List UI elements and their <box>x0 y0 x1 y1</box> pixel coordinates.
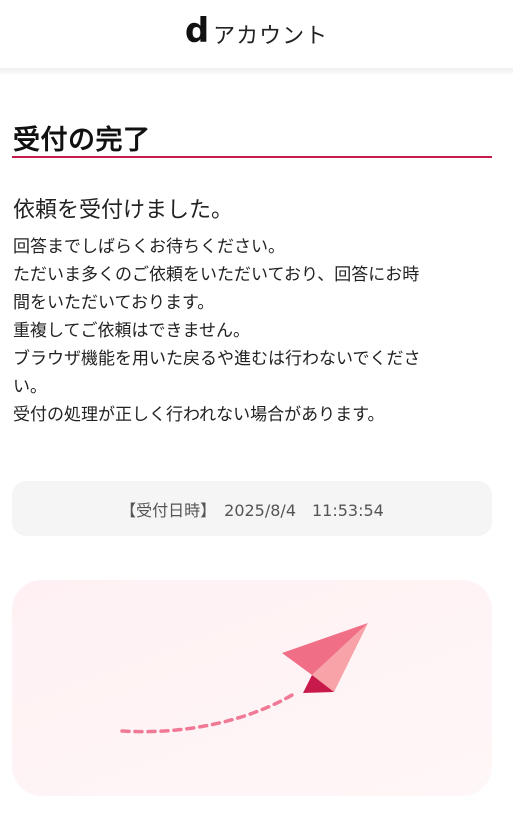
sent-illustration <box>12 580 492 796</box>
notice-text: 回答までしばらくお待ちください。 ただいま多くのご依頼をいただいており、回答にお… <box>13 233 493 429</box>
notice-line: 受付の処理が正しく行われない場合があります。 <box>13 405 385 425</box>
flight-trail <box>120 690 299 734</box>
title-underline <box>12 156 492 158</box>
notice-line: い。 <box>13 377 47 397</box>
d-account-logo: d アカウント <box>184 11 329 51</box>
paper-plane-icon <box>120 623 368 734</box>
completion-message: 依頼を受付けました。 <box>13 198 234 223</box>
page-title: 受付の完了 <box>13 125 151 156</box>
notice-line: 間をいただいております。 <box>13 293 215 313</box>
notice-line: ただいま多くのご依頼をいただいており、回答にお時 <box>13 265 420 285</box>
app-header: d アカウント <box>0 0 513 68</box>
header-shadow <box>0 68 513 74</box>
receipt-label: 【受付日時】 <box>120 500 217 520</box>
notice-line: ブラウザ機能を用いた戻るや進むは行わないでくださ <box>13 349 421 369</box>
logo-d-letter: d <box>184 11 210 51</box>
logo-app-name: アカウント <box>213 24 329 49</box>
notice-line: 回答までしばらくお待ちください。 <box>13 237 285 257</box>
receipt-datetime-box: 【受付日時】 2025/8/4 11:53:54 <box>12 481 492 536</box>
notice-line: 重複してご依頼はできません。 <box>13 321 250 341</box>
receipt-datetime: 2025/8/4 11:53:54 <box>224 500 384 520</box>
